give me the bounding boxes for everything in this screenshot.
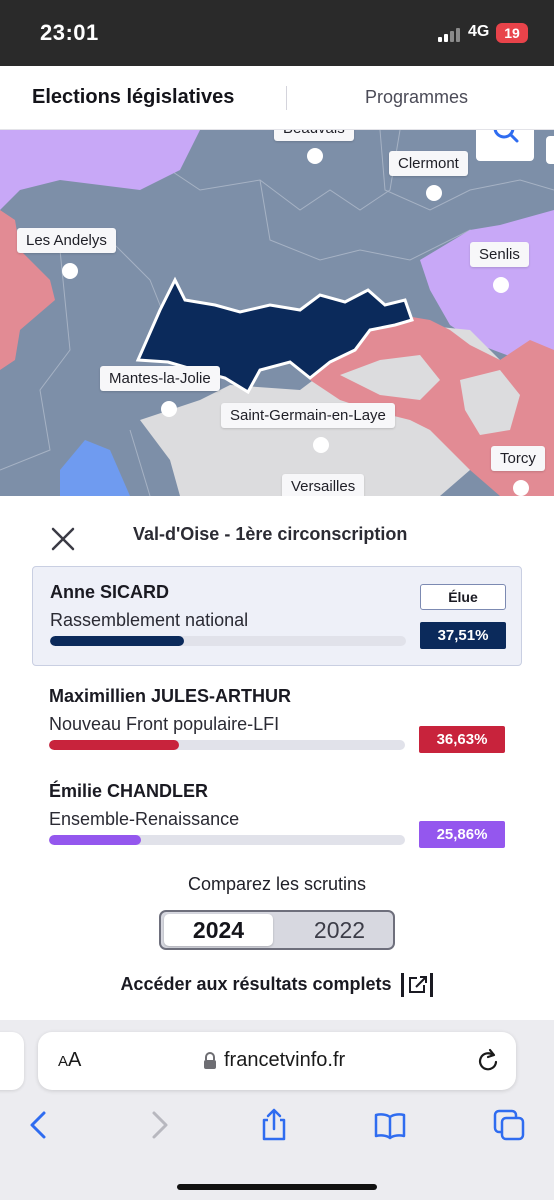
constituency-map[interactable]: Beauvais Clermont Les Andelys Senlis Man… xyxy=(0,130,554,496)
home-indicator xyxy=(177,1184,377,1190)
tab-programmes[interactable]: Programmes xyxy=(365,87,468,108)
status-bar: 23:01 4G 19 xyxy=(0,0,554,66)
year-option-2024[interactable]: 2024 xyxy=(164,914,273,946)
vote-share-percent: 25,86% xyxy=(419,821,505,848)
map-label-versailles: Versailles xyxy=(282,474,365,496)
compare-label: Comparez les scrutins xyxy=(187,874,367,894)
candidate-party: Nouveau Front populaire-LFI xyxy=(49,714,280,734)
candidate-party: Ensemble-Renaissance xyxy=(49,809,240,829)
url-text: francetvinfo.fr xyxy=(224,1049,346,1071)
map-label-saint-germain: Saint-Germain-en-Laye xyxy=(221,403,395,428)
constituency-title: Val-d'Oise - 1ère circonscription xyxy=(133,524,408,544)
signal-icon xyxy=(438,26,464,42)
external-link-icon xyxy=(400,973,433,997)
network-type: 4G xyxy=(468,23,490,40)
map-label-beauvais: Beauvais xyxy=(274,130,354,141)
reload-icon[interactable] xyxy=(475,1047,501,1075)
map-city-dot xyxy=(493,277,509,293)
vote-share-fill xyxy=(49,835,142,845)
map-label-clermont: Clermont xyxy=(389,151,468,176)
year-selector: 2024 2022 xyxy=(159,910,395,950)
site-header: Elections législatives Programmes xyxy=(0,66,554,130)
tab-divider xyxy=(286,86,287,110)
browser-toolbar: AA francetvinfo.fr xyxy=(0,1020,554,1200)
full-results-label: Accéder aux résultats complets xyxy=(120,973,392,994)
candidate-party: Rassemblement national xyxy=(50,610,249,630)
back-icon[interactable] xyxy=(22,1108,56,1142)
status-time: 23:01 xyxy=(40,20,99,45)
candidate-name: Maximillien JULES-ARTHUR xyxy=(49,686,292,706)
bookmarks-icon[interactable] xyxy=(373,1108,407,1142)
map-city-dot xyxy=(426,185,442,201)
results-panel: Val-d'Oise - 1ère circonscription Anne S… xyxy=(0,496,554,1020)
vote-share-fill xyxy=(50,636,184,646)
close-icon[interactable] xyxy=(50,526,76,552)
candidate-card[interactable]: Anne SICARD Rassemblement national Élue … xyxy=(32,566,522,666)
vote-share-bar xyxy=(50,636,406,646)
candidate-name: Anne SICARD xyxy=(50,582,170,602)
year-option-2022[interactable]: 2022 xyxy=(285,914,394,946)
vote-share-bar xyxy=(49,835,405,845)
tab-elections-legislatives[interactable]: Elections législatives xyxy=(32,86,234,109)
candidate-card[interactable]: Maximillien JULES-ARTHUR Nouveau Front p… xyxy=(32,671,522,771)
map-label-les-andelys: Les Andelys xyxy=(17,228,116,253)
elected-badge: Élue xyxy=(420,584,506,610)
previous-tab-preview[interactable] xyxy=(0,1032,24,1090)
vote-share-percent: 37,51% xyxy=(420,622,506,649)
text-size-button[interactable]: AA xyxy=(58,1049,81,1072)
map-label-senlis: Senlis xyxy=(470,242,529,267)
battery-icon: 19 xyxy=(496,23,528,43)
vote-share-fill xyxy=(49,740,180,750)
candidate-card[interactable]: Émilie CHANDLER Ensemble-Renaissance 25,… xyxy=(32,766,522,866)
map-city-dot xyxy=(307,148,323,164)
map-label-torcy: Torcy xyxy=(491,446,545,471)
map-city-dot xyxy=(513,480,529,496)
map-label-mantes-la-jolie: Mantes-la-Jolie xyxy=(100,366,220,391)
tabs-icon[interactable] xyxy=(492,1108,526,1142)
map-city-dot xyxy=(161,401,177,417)
map-city-dot xyxy=(313,437,329,453)
forward-icon[interactable] xyxy=(142,1108,176,1142)
map-city-dot xyxy=(62,263,78,279)
full-results-link[interactable]: Accéder aux résultats complets xyxy=(0,972,554,998)
lock-icon xyxy=(204,1052,216,1069)
vote-share-bar xyxy=(49,740,405,750)
map-search-button[interactable] xyxy=(476,117,534,161)
map-regions xyxy=(0,130,554,496)
vote-share-percent: 36,63% xyxy=(419,726,505,753)
share-icon[interactable] xyxy=(257,1108,291,1142)
candidate-name: Émilie CHANDLER xyxy=(49,781,209,801)
address-bar[interactable]: AA francetvinfo.fr xyxy=(38,1032,516,1090)
map-side-control[interactable] xyxy=(546,136,554,164)
search-icon xyxy=(493,117,519,143)
